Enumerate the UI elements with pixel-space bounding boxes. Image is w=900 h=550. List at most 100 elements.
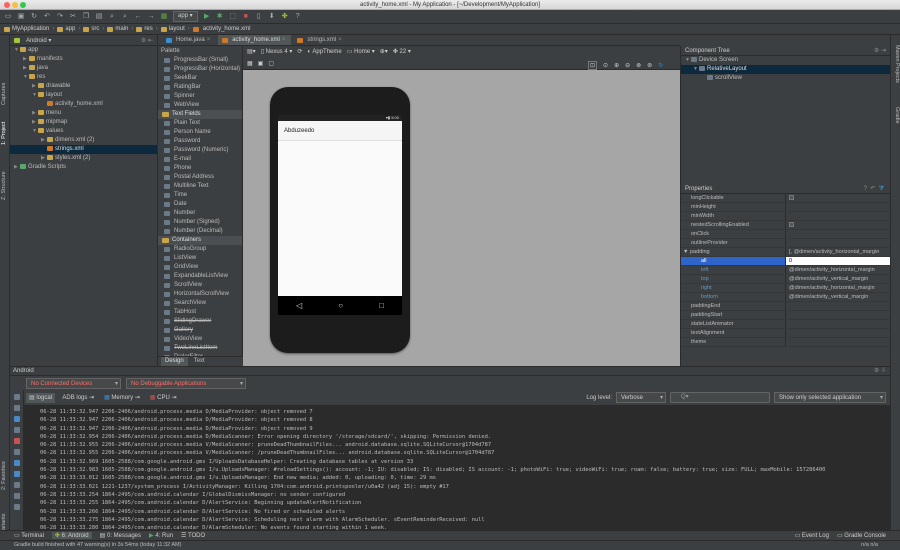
- tree-item[interactable]: ▶ styles.xml (2): [10, 154, 157, 163]
- tree-item[interactable]: activity_home.xml: [10, 100, 157, 109]
- tree-item[interactable]: strings.xml: [10, 145, 157, 154]
- make-project-icon[interactable]: ▦: [160, 13, 168, 21]
- property-value[interactable]: 0: [786, 257, 890, 265]
- close-tab-icon[interactable]: ×: [338, 35, 342, 45]
- layout-bounds-icon[interactable]: ▣: [258, 60, 264, 67]
- undo-icon[interactable]: ↶: [43, 13, 51, 21]
- editor-tab[interactable]: activity_home.xml ×: [218, 35, 292, 45]
- palette-item[interactable]: TabHost: [158, 308, 242, 317]
- property-row[interactable]: left @dimen/activity_horizontal_margin: [681, 266, 890, 275]
- palette-item[interactable]: Spinner: [158, 92, 242, 101]
- palette-item[interactable]: Gallery: [158, 326, 242, 335]
- property-value[interactable]: @dimen/activity_vertical_margin: [786, 293, 890, 301]
- palette-item[interactable]: Number: [158, 209, 242, 218]
- preview-icon[interactable]: ▢: [268, 60, 274, 67]
- breadcrumb-item[interactable]: res: [136, 26, 153, 32]
- property-row[interactable]: right @dimen/activity_horizontal_margin: [681, 284, 890, 293]
- zoom-out-icon[interactable]: ⊖: [625, 62, 630, 69]
- tool-tab-todo[interactable]: ☰ TODO: [181, 532, 205, 539]
- palette-item[interactable]: ListView: [158, 254, 242, 263]
- stop-icon[interactable]: ■: [242, 13, 250, 21]
- property-row[interactable]: textAlignment: [681, 329, 890, 338]
- palette-item[interactable]: Date: [158, 200, 242, 209]
- attach-debugger-icon[interactable]: ⬚: [229, 13, 237, 21]
- property-value[interactable]: [786, 338, 890, 346]
- close-window-button[interactable]: [4, 2, 10, 8]
- property-row[interactable]: top @dimen/activity_vertical_margin: [681, 275, 890, 284]
- copy-icon[interactable]: ❐: [82, 13, 90, 21]
- property-row[interactable]: minHeight: [681, 203, 890, 212]
- property-row[interactable]: paddingEnd: [681, 302, 890, 311]
- palette-item[interactable]: E-mail: [158, 155, 242, 164]
- tool-tab-android[interactable]: ✤ 6: Android: [51, 532, 92, 539]
- zoom-fit-icon[interactable]: ⊡: [588, 61, 598, 70]
- zoom-window-button[interactable]: [20, 2, 26, 8]
- property-row[interactable]: minWidth: [681, 212, 890, 221]
- palette-item[interactable]: SlidingDrawer: [158, 317, 242, 326]
- property-value[interactable]: @dimen/activity_horizontal_margin: [786, 266, 890, 274]
- palette-item[interactable]: Number (Signed): [158, 218, 242, 227]
- tree-item[interactable]: ▶ manifests: [10, 55, 157, 64]
- property-row[interactable]: nestedScrollingEnabled: [681, 221, 890, 230]
- property-value[interactable]: @dimen/activity_vertical_margin: [786, 275, 890, 283]
- breadcrumb-item[interactable]: MyApplication: [4, 26, 49, 32]
- tool-tab-favorites[interactable]: 2: Favorites: [1, 461, 7, 490]
- zoom-in-icon[interactable]: ⊕: [614, 62, 619, 69]
- property-row[interactable]: paddingStart: [681, 311, 890, 320]
- tree-item[interactable]: ▼ res: [10, 73, 157, 82]
- tool-tab-messages[interactable]: ▤ 0: Messages: [100, 532, 141, 539]
- property-value[interactable]: [786, 329, 890, 337]
- sdk-manager-icon[interactable]: ⬇: [268, 13, 276, 21]
- app-action-bar[interactable]: Abduzeedo: [278, 121, 402, 141]
- breadcrumb-item[interactable]: app: [57, 26, 75, 32]
- palette-item[interactable]: Number (Decimal): [158, 227, 242, 236]
- tool-tab-maven-projects[interactable]: Maven Projects: [894, 45, 900, 83]
- property-row[interactable]: longClickable: [681, 194, 890, 203]
- app-selector-dropdown[interactable]: No Debuggable Applications: [126, 377, 246, 389]
- palette-item[interactable]: RadioGroup: [158, 245, 242, 254]
- palette-item[interactable]: HorizontalScrollView: [158, 290, 242, 299]
- palette-item[interactable]: RatingBar: [158, 83, 242, 92]
- refresh-icon[interactable]: ↻: [658, 62, 663, 69]
- tool-tab-gradle[interactable]: Gradle: [894, 107, 900, 124]
- tool-tab-captures[interactable]: Captures: [1, 83, 7, 105]
- orientation-icon[interactable]: ⟳: [297, 48, 302, 55]
- help-icon[interactable]: [13, 504, 20, 510]
- palette-category[interactable]: Containers: [158, 236, 242, 245]
- minimize-window-button[interactable]: [12, 2, 18, 8]
- scroll-down-icon[interactable]: [13, 471, 20, 477]
- palette-item[interactable]: Postal Address: [158, 173, 242, 182]
- log-level-dropdown[interactable]: Verbose: [616, 392, 666, 403]
- property-value[interactable]: [786, 239, 890, 247]
- palette-item[interactable]: ScrollView: [158, 281, 242, 290]
- palette-item[interactable]: TwoLineListItem: [158, 344, 242, 353]
- palette-item[interactable]: ExpandableListView: [158, 272, 242, 281]
- soft-wrap-icon[interactable]: [13, 482, 20, 488]
- layout-variants-icon[interactable]: ▤▾: [247, 48, 256, 55]
- close-tab-icon[interactable]: ×: [207, 35, 211, 45]
- property-row[interactable]: ▼ padding [, @dimen/activity_horizontal_m…: [681, 248, 890, 257]
- find-icon[interactable]: ⌕: [108, 13, 116, 21]
- forward-icon[interactable]: →: [147, 13, 155, 21]
- palette-item[interactable]: Password (Numeric): [158, 146, 242, 155]
- tool-tab-project[interactable]: 1: Project: [1, 122, 7, 145]
- breadcrumb-item[interactable]: main: [107, 26, 128, 32]
- property-value[interactable]: @dimen/activity_horizontal_margin: [786, 284, 890, 292]
- tab-memory[interactable]: ▦ Memory ⇥: [101, 393, 143, 403]
- property-row[interactable]: outlineProvider: [681, 239, 890, 248]
- paste-icon[interactable]: ▤: [95, 13, 103, 21]
- editor-tab[interactable]: strings.xml ×: [293, 35, 347, 45]
- tool-tab-run[interactable]: ▶ 4: Run: [149, 532, 173, 539]
- palette-item[interactable]: GridView: [158, 263, 242, 272]
- property-value[interactable]: [786, 212, 890, 220]
- property-row[interactable]: theme: [681, 338, 890, 347]
- system-info-icon[interactable]: [13, 416, 20, 422]
- redo-icon[interactable]: ↷: [56, 13, 64, 21]
- tab-cpu[interactable]: ▦ CPU ⇥: [147, 393, 180, 403]
- tab-adb-logs[interactable]: ADB logs ⇥: [59, 393, 97, 403]
- palette-item[interactable]: ProgressBar (Horizontal): [158, 65, 242, 74]
- tree-item[interactable]: ▼ layout: [10, 91, 157, 100]
- palette-item[interactable]: Multiline Text: [158, 182, 242, 191]
- tree-item[interactable]: ▶ java: [10, 64, 157, 73]
- tree-item[interactable]: ▼ values: [10, 127, 157, 136]
